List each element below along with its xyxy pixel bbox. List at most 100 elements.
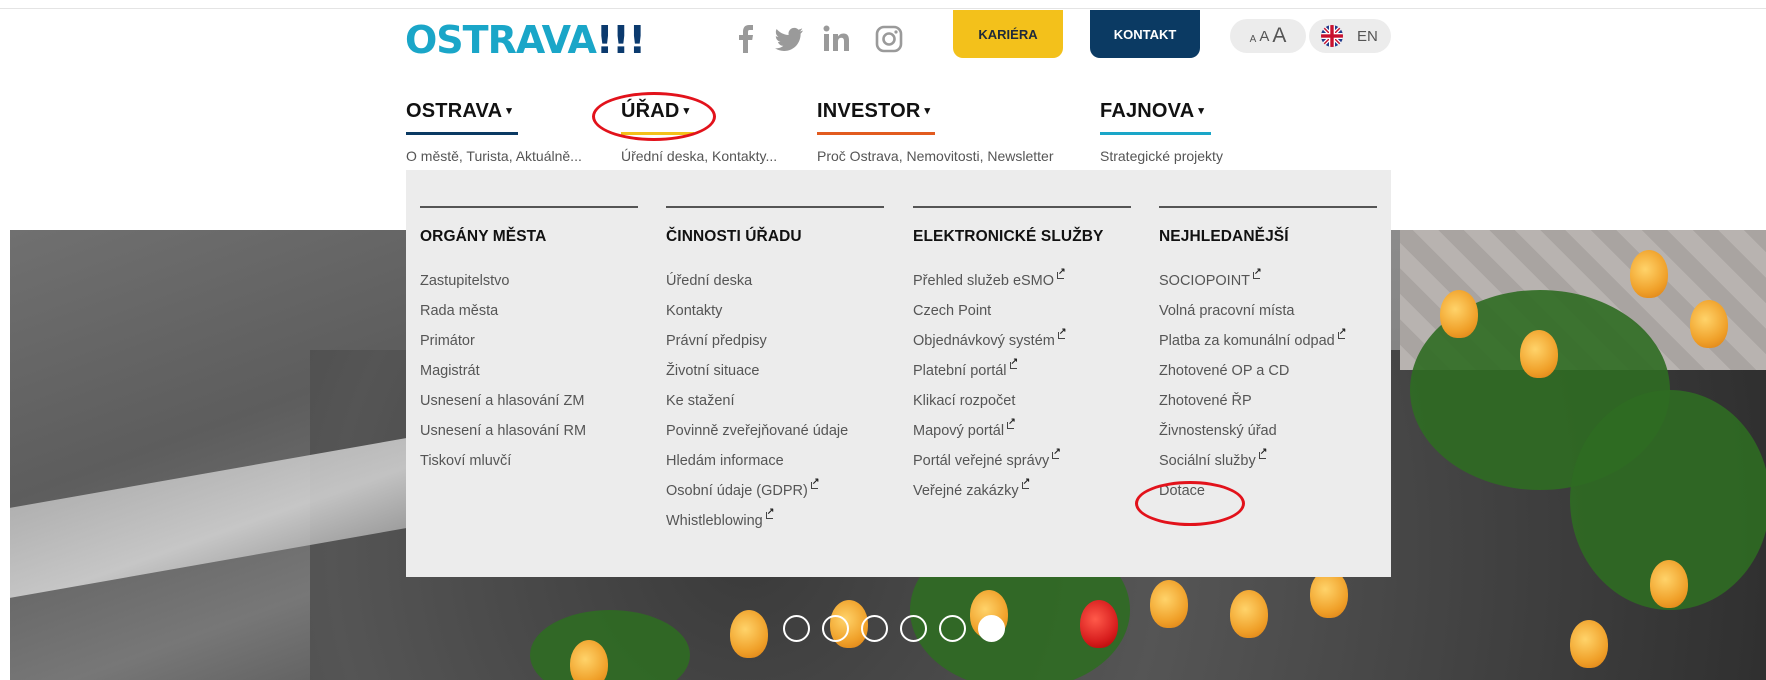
menu-link-label: Czech Point: [913, 303, 992, 319]
column-divider: [420, 206, 638, 208]
top-divider: [0, 8, 1766, 9]
menu-link[interactable]: Povinně zveřejňované údaje: [666, 423, 884, 453]
menu-link-label: Povinně zveřejňované údaje: [666, 423, 849, 439]
menu-link[interactable]: Zhotovené OP a CD: [1159, 363, 1377, 393]
nav-investor-sub[interactable]: Proč Ostrava, Nemovitosti, Newsletter: [817, 148, 1054, 164]
slider-dot[interactable]: [978, 615, 1005, 642]
menu-link[interactable]: Kontakty: [666, 303, 884, 333]
urad-dropdown-menu: ORGÁNY MĚSTA Zastupitelstvo Rada města Pri…: [406, 170, 1391, 577]
external-link-icon: [1057, 326, 1066, 339]
external-link-icon: [1258, 446, 1267, 459]
font-size-small[interactable]: A: [1250, 34, 1257, 45]
nav-investor-underline: [817, 132, 935, 135]
language-switch[interactable]: EN: [1309, 19, 1391, 53]
column-divider: [1159, 206, 1377, 208]
column-heading: ELEKTRONICKÉ SLUŽBY: [913, 228, 1104, 245]
external-link-icon: [1007, 416, 1016, 429]
menu-link[interactable]: SOCIOPOINT: [1159, 266, 1377, 303]
menu-link-label: SOCIOPOINT: [1159, 273, 1251, 289]
menu-link[interactable]: Primátor: [420, 333, 638, 363]
nav-urad-sub[interactable]: Úřední deska, Kontakty...: [621, 148, 777, 164]
menu-link[interactable]: Tiskoví mluvčí: [420, 453, 638, 483]
menu-link-label: Živnostenský úřad: [1159, 423, 1277, 439]
menu-column-elektronicke-sluzby: ELEKTRONICKÉ SLUŽBY Přehled služeb eSMO C…: [913, 206, 1131, 513]
menu-link[interactable]: Czech Point: [913, 303, 1131, 333]
twitter-icon[interactable]: [772, 22, 806, 56]
menu-link[interactable]: Zastupitelstvo: [420, 273, 638, 303]
nav-ostrava-label: OSTRAVA: [406, 100, 503, 122]
menu-link[interactable]: Whistleblowing: [666, 506, 884, 543]
highlight-ellipse-urad: [592, 92, 716, 141]
menu-link-label: Úřední deska: [666, 273, 753, 289]
external-link-icon: [810, 476, 819, 489]
menu-link-label: Usnesení a hlasování RM: [420, 423, 587, 439]
column-divider: [913, 206, 1131, 208]
menu-link[interactable]: Magistrát: [420, 363, 638, 393]
menu-link[interactable]: Životní situace: [666, 363, 884, 393]
menu-link[interactable]: Ke stažení: [666, 393, 884, 423]
font-size-medium[interactable]: A: [1259, 28, 1269, 45]
slider-dot[interactable]: [783, 615, 810, 642]
external-link-icon: [1021, 476, 1030, 489]
menu-column-nejhledanejsi: NEJHLEDANĚJŠÍ SOCIOPOINT Volná pracovní m…: [1159, 206, 1377, 513]
menu-link-label: Objednávkový systém: [913, 333, 1055, 349]
menu-link[interactable]: Zhotovené ŘP: [1159, 393, 1377, 423]
logo-text: OSTRAVA: [405, 18, 597, 62]
menu-link[interactable]: Veřejné zakázky: [913, 476, 1131, 513]
highlight-ellipse-dotace: [1135, 481, 1245, 526]
nav-fajnova[interactable]: FAJNOVA ▾: [1100, 100, 1204, 123]
font-size-large[interactable]: A: [1272, 25, 1286, 46]
kariera-button[interactable]: KARIÉRA: [953, 10, 1063, 58]
menu-link[interactable]: Platební portál: [913, 356, 1131, 393]
nav-ostrava[interactable]: OSTRAVA ▾: [406, 100, 512, 123]
external-link-icon: [1052, 446, 1061, 459]
menu-link[interactable]: Platba za komunální odpad: [1159, 326, 1377, 363]
facebook-icon[interactable]: [730, 22, 764, 56]
instagram-icon[interactable]: [872, 22, 906, 56]
menu-link-label: Životní situace: [666, 363, 760, 379]
caret-down-icon: ▾: [1198, 105, 1205, 117]
nav-fajnova-sub[interactable]: Strategické projekty: [1100, 148, 1223, 164]
column-heading: ČINNOSTI ÚŘADU: [666, 228, 802, 245]
menu-link-label: Přehled služeb eSMO: [913, 273, 1055, 289]
menu-link-label: Rada města: [420, 303, 499, 319]
external-link-icon: [765, 506, 774, 519]
menu-link-label: Zastupitelstvo: [420, 273, 510, 289]
menu-link[interactable]: Právní předpisy: [666, 333, 884, 363]
menu-link[interactable]: Sociální služby: [1159, 446, 1377, 483]
slider-dot[interactable]: [900, 615, 927, 642]
menu-link-label: Tiskoví mluvčí: [420, 453, 512, 469]
menu-link[interactable]: Rada města: [420, 303, 638, 333]
menu-link-label: Platební portál: [913, 363, 1007, 379]
menu-link-label: Magistrát: [420, 363, 480, 379]
menu-link[interactable]: Usnesení a hlasování RM: [420, 423, 638, 453]
nav-ostrava-underline: [406, 132, 518, 135]
uk-flag-icon: [1321, 25, 1343, 47]
kontakt-button[interactable]: KONTAKT: [1090, 10, 1200, 58]
menu-link[interactable]: Hledám informace: [666, 453, 884, 483]
menu-link[interactable]: Mapový portál: [913, 416, 1131, 453]
menu-link[interactable]: Živnostenský úřad: [1159, 423, 1377, 453]
menu-link[interactable]: Osobní údaje (GDPR): [666, 476, 884, 513]
nav-investor[interactable]: INVESTOR ▾: [817, 100, 930, 123]
site-logo[interactable]: OSTRAVA!!!: [405, 18, 646, 62]
menu-link-label: Primátor: [420, 333, 475, 349]
caret-down-icon: ▾: [924, 105, 931, 117]
menu-link[interactable]: Úřední deska: [666, 273, 884, 303]
menu-link-label: Sociální služby: [1159, 453, 1256, 469]
menu-link[interactable]: Objednávkový systém: [913, 326, 1131, 363]
nav-investor-label: INVESTOR: [817, 100, 921, 122]
lang-label: EN: [1357, 27, 1378, 45]
menu-link[interactable]: Klikací rozpočet: [913, 393, 1131, 423]
menu-link-label: Portál veřejné správy: [913, 453, 1050, 469]
external-link-icon: [1337, 326, 1346, 339]
slider-dot[interactable]: [861, 615, 888, 642]
nav-ostrava-sub[interactable]: O městě, Turista, Aktuálně...: [406, 148, 582, 164]
menu-link[interactable]: Usnesení a hlasování ZM: [420, 393, 638, 423]
slider-dot[interactable]: [822, 615, 849, 642]
slider-dot[interactable]: [939, 615, 966, 642]
linkedin-icon[interactable]: [820, 22, 854, 56]
font-size-switcher[interactable]: A A A: [1230, 19, 1306, 53]
menu-link[interactable]: Přehled služeb eSMO: [913, 266, 1131, 303]
menu-link-label: Whistleblowing: [666, 513, 763, 529]
